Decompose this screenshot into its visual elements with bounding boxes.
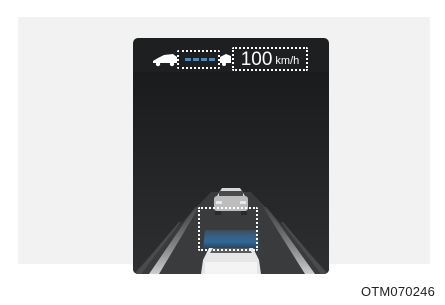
set-speed-value: 100: [240, 48, 273, 70]
own-vehicle: [201, 248, 261, 274]
set-speed-frame: 100 km/h: [232, 47, 308, 71]
gap-highlight-frame: [177, 50, 220, 69]
top-status-bar: 100 km/h: [133, 38, 329, 72]
own-car-icon: [153, 54, 177, 67]
road-view: [133, 72, 329, 274]
figure-code: OTM070246: [360, 284, 435, 299]
cluster-display: 100 km/h: [133, 38, 329, 274]
set-speed-unit: km/h: [275, 54, 300, 67]
preceding-car-icon: [220, 54, 231, 66]
target-vehicle-frame: [198, 207, 258, 251]
